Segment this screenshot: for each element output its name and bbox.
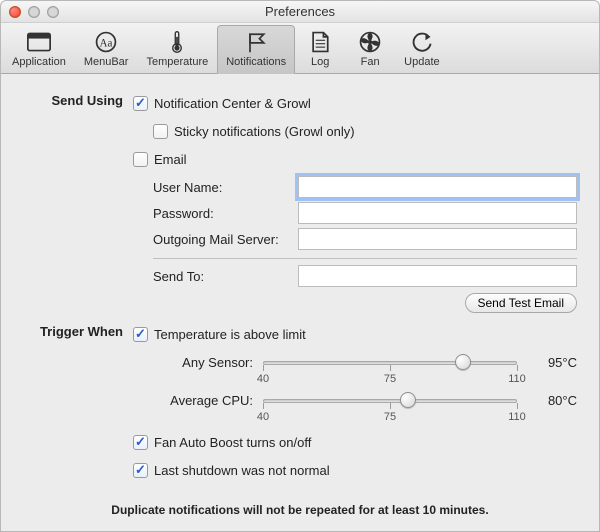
- tick-label: 75: [384, 411, 396, 423]
- tab-log[interactable]: Log: [295, 25, 345, 73]
- tab-label: Update: [404, 56, 439, 68]
- server-label: Outgoing Mail Server:: [153, 232, 298, 247]
- username-label: User Name:: [153, 180, 298, 195]
- email-checkbox[interactable]: [133, 152, 148, 167]
- nc-growl-checkbox[interactable]: [133, 96, 148, 111]
- temp-above-label: Temperature is above limit: [154, 327, 306, 342]
- avg-cpu-value: 80°C: [527, 393, 577, 408]
- font-icon: Aa: [92, 30, 120, 54]
- tab-notifications[interactable]: Notifications: [217, 25, 295, 74]
- tab-application[interactable]: Application: [3, 25, 75, 73]
- preferences-window: Preferences Application Aa MenuBar Tempe…: [0, 0, 600, 532]
- username-input[interactable]: [298, 176, 577, 198]
- last-shutdown-label: Last shutdown was not normal: [154, 463, 330, 478]
- section-send-using: Send Using Notification Center & Growl S…: [23, 92, 577, 317]
- thermometer-icon: [163, 30, 191, 54]
- tab-label: Fan: [361, 56, 380, 68]
- tick-label: 40: [257, 411, 269, 423]
- password-label: Password:: [153, 206, 298, 221]
- send-using-heading: Send Using: [23, 92, 133, 317]
- any-sensor-label: Any Sensor:: [153, 355, 253, 370]
- avg-cpu-label: Average CPU:: [153, 393, 253, 408]
- window-title: Preferences: [1, 4, 599, 19]
- tab-fan[interactable]: Fan: [345, 25, 395, 73]
- temp-above-checkbox[interactable]: [133, 327, 148, 342]
- last-shutdown-checkbox[interactable]: [133, 463, 148, 478]
- document-icon: [306, 30, 334, 54]
- avg-cpu-slider[interactable]: [263, 389, 517, 411]
- server-input[interactable]: [298, 228, 577, 250]
- sticky-label: Sticky notifications (Growl only): [174, 124, 355, 139]
- fan-boost-checkbox[interactable]: [133, 435, 148, 450]
- nc-growl-label: Notification Center & Growl: [154, 96, 311, 111]
- tab-label: Notifications: [226, 56, 286, 68]
- content-area: Send Using Notification Center & Growl S…: [1, 74, 599, 531]
- toolbar: Application Aa MenuBar Temperature Notif…: [1, 23, 599, 74]
- tick-label: 75: [384, 373, 396, 385]
- tick-label: 40: [257, 373, 269, 385]
- tab-temperature[interactable]: Temperature: [137, 25, 217, 73]
- fan-boost-label: Fan Auto Boost turns on/off: [154, 435, 311, 450]
- separator: [153, 258, 577, 259]
- svg-text:Aa: Aa: [100, 37, 113, 49]
- tab-menubar[interactable]: Aa MenuBar: [75, 25, 138, 73]
- footer-note: Duplicate notifications will not be repe…: [23, 503, 577, 517]
- section-trigger-when: Trigger When Temperature is above limit …: [23, 323, 577, 487]
- tab-update[interactable]: Update: [395, 25, 448, 73]
- refresh-icon: [408, 30, 436, 54]
- sticky-checkbox[interactable]: [153, 124, 168, 139]
- password-input[interactable]: [298, 202, 577, 224]
- tab-label: MenuBar: [84, 56, 129, 68]
- send-test-email-button[interactable]: Send Test Email: [465, 293, 578, 313]
- trigger-when-heading: Trigger When: [23, 323, 133, 487]
- any-sensor-value: 95°C: [527, 355, 577, 370]
- tab-label: Temperature: [146, 56, 208, 68]
- sendto-label: Send To:: [153, 269, 298, 284]
- application-icon: [25, 30, 53, 54]
- tab-label: Log: [311, 56, 329, 68]
- tick-label: 110: [508, 411, 526, 423]
- tick-label: 110: [508, 373, 526, 385]
- fan-icon: [356, 30, 384, 54]
- any-sensor-slider[interactable]: [263, 351, 517, 373]
- tab-label: Application: [12, 56, 66, 68]
- email-label: Email: [154, 152, 187, 167]
- titlebar: Preferences: [1, 1, 599, 23]
- flag-icon: [242, 30, 270, 54]
- sendto-input[interactable]: [298, 265, 577, 287]
